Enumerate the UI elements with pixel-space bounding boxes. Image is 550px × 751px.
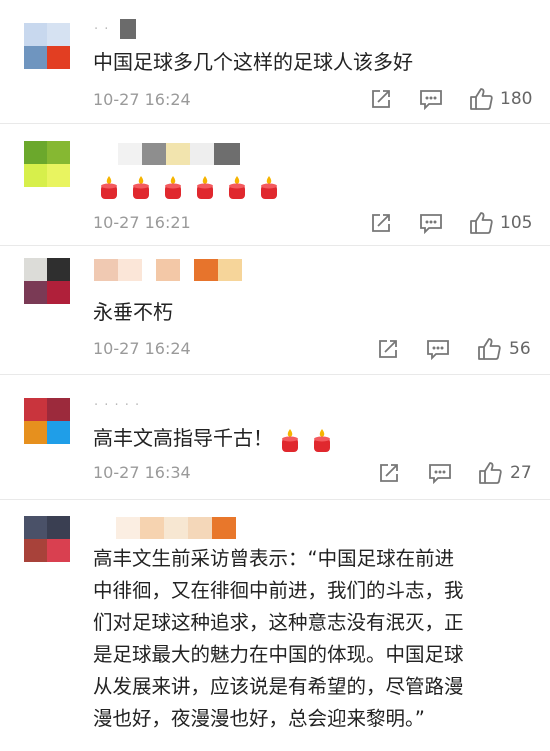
comment-line: 是足球最大的魅力在中国的体现。中国足球 [93,643,464,666]
comment-text: 高丰文高指导千古！ [93,424,341,453]
avatar[interactable] [24,258,70,304]
like-count: 56 [509,339,531,359]
thumbs-up-icon[interactable] [476,336,502,362]
comment-text: 中国足球多几个这样的足球人该多好 [93,50,413,74]
thumbs-up-icon[interactable] [468,210,494,236]
comment-icon[interactable] [419,88,443,110]
comment-time: 10-27 16:24 [93,90,191,109]
comment-line: 中徘徊，又在徘徊中前进，我们的斗志，我 [93,579,464,602]
candle-icon [277,427,303,453]
share-icon[interactable] [377,338,399,360]
username-blur[interactable] [116,517,236,539]
like-count: 27 [510,463,532,483]
candle-icon [96,174,122,200]
avatar[interactable] [24,516,70,562]
candle-icon [128,174,154,200]
share-icon[interactable] [378,462,400,484]
candle-icon [309,427,335,453]
divider [0,374,550,375]
avatar[interactable] [24,141,70,187]
candle-icon [192,174,218,200]
divider [0,499,550,500]
comment-line: 高丰文生前采访曾表示：“中国足球在前进 [93,547,455,570]
username[interactable]: · · [94,22,109,37]
candle-icon [256,174,282,200]
username[interactable]: · · · · · [94,398,140,413]
candle-icon [224,174,250,200]
candle-emoji-row [96,174,288,200]
divider [0,245,550,246]
comment-paragraph: 高丰文生前采访曾表示：“中国足球在前进 中徘徊，又在徘徊中前进，我们的斗志，我 … [93,543,533,735]
comment-line: 们对足球这种追求，这种意志没有泯灭，正 [93,611,464,634]
username-blur[interactable] [94,259,242,281]
like-count: 105 [500,213,533,233]
username-blur [120,19,136,39]
comment-icon[interactable] [419,212,443,234]
candle-emoji-row [277,426,341,453]
divider [0,123,550,124]
comment-time: 10-27 16:34 [93,463,191,482]
comment-text-content: 高丰文高指导千古！ [93,426,273,450]
thumbs-up-icon[interactable] [477,460,503,486]
thumbs-up-icon[interactable] [468,86,494,112]
comment-icon[interactable] [428,462,452,484]
comment-text: 永垂不朽 [93,300,173,324]
comment-icon[interactable] [426,338,450,360]
comment-line: 漫也好，夜漫漫也好，总会迎来黎明。” [93,707,425,730]
candle-icon [160,174,186,200]
share-icon[interactable] [370,88,392,110]
comment-time: 10-27 16:24 [93,339,191,358]
share-icon[interactable] [370,212,392,234]
like-count: 180 [500,89,533,109]
comment-time: 10-27 16:21 [93,213,191,232]
comment-line: 从发展来讲，应该说是有希望的，尽管路漫 [93,675,464,698]
username-blur[interactable] [118,143,240,165]
avatar[interactable] [24,23,70,69]
avatar[interactable] [24,398,70,444]
